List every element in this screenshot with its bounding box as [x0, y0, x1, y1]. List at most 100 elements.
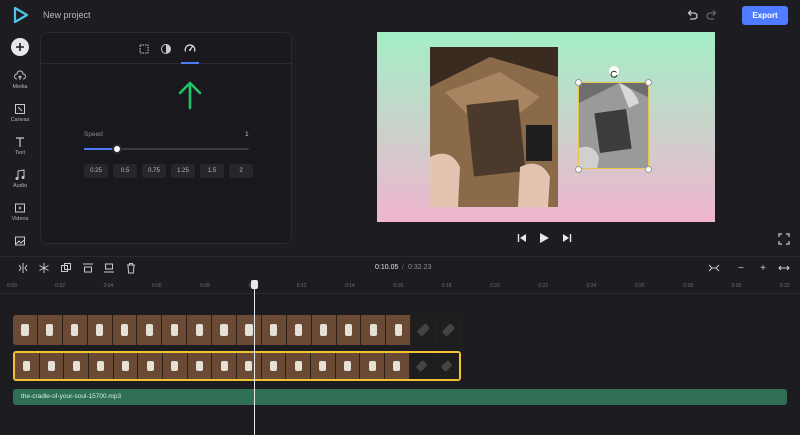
- resize-handle[interactable]: [645, 79, 652, 86]
- music-note-icon: [15, 169, 25, 180]
- video-clip-main[interactable]: [430, 47, 558, 207]
- crop-icon[interactable]: [137, 42, 151, 56]
- delete-icon[interactable]: [125, 262, 137, 274]
- skip-forward-icon[interactable]: [562, 233, 572, 243]
- ruler-tick: 0:18: [441, 283, 452, 289]
- filmstrip-frame: [261, 353, 287, 379]
- speed-preset-button[interactable]: 0.75: [142, 164, 166, 178]
- sidebar-item-label: Canvas: [10, 117, 30, 123]
- preview-canvas[interactable]: [377, 32, 715, 222]
- undo-icon[interactable]: [685, 9, 699, 23]
- ruler-tick: 0:26: [634, 283, 645, 289]
- filmstrip-frame: [137, 315, 163, 345]
- ruler-tick: 0:16: [393, 283, 404, 289]
- align-bottom-icon[interactable]: [103, 262, 115, 274]
- zoom-out-button[interactable]: −: [733, 261, 749, 275]
- resize-handle[interactable]: [575, 79, 582, 86]
- filmstrip-frame: [138, 353, 164, 379]
- speed-preset-button[interactable]: 1.25: [171, 164, 195, 178]
- add-media-button[interactable]: [11, 38, 29, 56]
- expand-timeline-icon[interactable]: [778, 262, 790, 274]
- zoom-in-button[interactable]: +: [755, 261, 771, 275]
- sidebar-item-label: Videos: [11, 216, 29, 222]
- ruler-tick: 0:22: [538, 283, 549, 289]
- filmstrip-frame: [286, 353, 312, 379]
- playhead[interactable]: [251, 280, 258, 435]
- audio-track-label: the-cradle-of-your-soul-15700.mp3: [21, 393, 122, 400]
- video-editor-app: New project Export Media Canvas Text Aud…: [0, 0, 800, 435]
- video-track-main-selected[interactable]: [13, 351, 461, 381]
- filmstrip-frame: [237, 353, 262, 379]
- timeline-toolbar: 0:10.05 / 0:32.23 − +: [0, 256, 800, 278]
- playhead-handle[interactable]: [251, 280, 258, 289]
- arrow-up-icon: [178, 81, 202, 110]
- sidebar-item-canvas[interactable]: Canvas: [0, 103, 40, 133]
- left-sidebar: Media Canvas Text Audio Videos: [0, 32, 40, 254]
- timeline-ruler[interactable]: 0:000:020:040:060:080:100:120:140:160:18…: [0, 280, 800, 294]
- filmstrip-frame: [187, 353, 213, 379]
- filmstrip-frame: [335, 353, 361, 379]
- filmstrip-frame: [336, 315, 362, 345]
- speed-slider-knob[interactable]: [112, 144, 122, 154]
- filmstrip-frame: [237, 315, 262, 345]
- speed-presets: 0.25 0.5 0.75 1.25 1.5 2: [84, 164, 253, 178]
- filmstrip-frame: [436, 315, 461, 345]
- play-icon[interactable]: [539, 232, 550, 244]
- filmstrip-frame: [112, 315, 138, 345]
- video-icon: [15, 203, 25, 213]
- ruler-tick: 0:14: [345, 283, 355, 289]
- speed-label: Speed: [84, 131, 103, 138]
- ruler-tick: 0:32: [779, 283, 790, 289]
- filmstrip-frame: [87, 315, 113, 345]
- filmstrip-frame: [311, 315, 337, 345]
- sidebar-item-text[interactable]: Text: [0, 136, 40, 166]
- filmstrip-frame: [261, 315, 287, 345]
- audio-track[interactable]: the-cradle-of-your-soul-15700.mp3: [13, 389, 787, 405]
- plus-icon: [16, 43, 24, 51]
- ruler-tick: 0:20: [490, 283, 500, 289]
- rotate-handle[interactable]: [609, 66, 619, 78]
- filmstrip-frame: [37, 315, 63, 345]
- playback-controls: [517, 232, 572, 244]
- sidebar-item-media[interactable]: Media: [0, 70, 40, 100]
- skip-back-icon[interactable]: [517, 233, 527, 243]
- speedometer-icon[interactable]: [183, 42, 197, 56]
- speed-preset-button[interactable]: 0.5: [113, 164, 137, 178]
- sidebar-item-audio[interactable]: Audio: [0, 169, 40, 199]
- sidebar-item-label: Media: [12, 84, 28, 90]
- speed-preset-button[interactable]: 2: [229, 164, 253, 178]
- contrast-icon[interactable]: [159, 42, 173, 56]
- filmstrip-frame: [434, 353, 459, 379]
- align-top-icon[interactable]: [82, 262, 94, 274]
- filmstrip-frame: [89, 353, 114, 379]
- total-time: 0:32.23: [408, 264, 432, 271]
- filmstrip-frame: [386, 315, 412, 345]
- app-logo-icon[interactable]: [12, 6, 30, 24]
- speed-preset-button[interactable]: 0.25: [84, 164, 108, 178]
- ruler-tick: 0:02: [55, 283, 66, 289]
- ruler-tick: 0:08: [200, 283, 210, 289]
- fullscreen-icon[interactable]: [778, 233, 790, 245]
- fit-timeline-icon[interactable]: [708, 262, 720, 274]
- ruler-tick: 0:24: [586, 283, 597, 289]
- ruler-tick: 0:04: [103, 283, 114, 289]
- video-track-overlay[interactable]: [13, 315, 461, 345]
- duplicate-icon[interactable]: [60, 262, 72, 274]
- split-icon[interactable]: [17, 262, 29, 274]
- redo-icon[interactable]: [705, 9, 719, 23]
- resize-handle[interactable]: [645, 166, 652, 173]
- speed-slider[interactable]: [84, 144, 249, 154]
- resize-handle[interactable]: [575, 166, 582, 173]
- video-clip-overlay[interactable]: [578, 82, 649, 169]
- project-title[interactable]: New project: [43, 10, 91, 20]
- ruler-tick: 0:12: [296, 283, 307, 289]
- sidebar-item-videos[interactable]: Videos: [0, 202, 40, 232]
- export-button[interactable]: Export: [742, 6, 788, 25]
- filmstrip-frame: [286, 315, 312, 345]
- freeze-icon[interactable]: [38, 262, 50, 274]
- top-bar: New project Export: [0, 0, 800, 32]
- speed-preset-button[interactable]: 1.5: [200, 164, 224, 178]
- canvas-icon: [15, 104, 25, 114]
- text-icon: [16, 137, 24, 147]
- properties-panel: Speed 1 0.25 0.5 0.75 1.25 1.5 2: [40, 32, 292, 244]
